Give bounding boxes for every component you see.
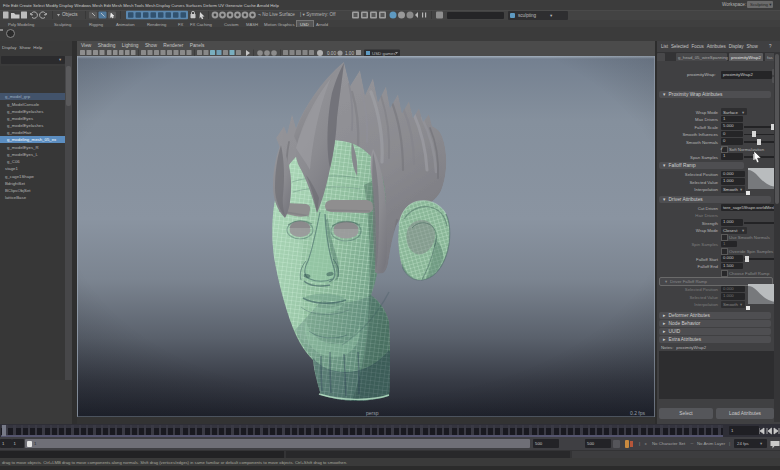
svg-text:0.2 fps: 0.2 fps: [630, 410, 646, 416]
